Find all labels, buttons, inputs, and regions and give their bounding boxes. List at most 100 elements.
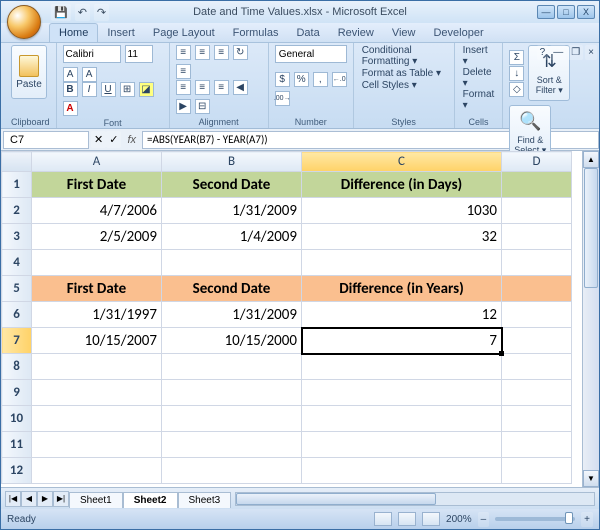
col-header-A[interactable]: A — [32, 152, 162, 172]
cell-D7[interactable] — [502, 328, 572, 354]
zoom-handle[interactable] — [565, 512, 573, 524]
maximize-button[interactable]: □ — [557, 5, 575, 19]
tab-nav-prev-icon[interactable]: ◀ — [21, 491, 37, 507]
row-header-10[interactable]: 10 — [2, 406, 32, 432]
cell-C12[interactable] — [302, 458, 502, 484]
view-normal-button[interactable] — [374, 512, 392, 526]
cell-B4[interactable] — [162, 250, 302, 276]
cell-C11[interactable] — [302, 432, 502, 458]
tab-formulas[interactable]: Formulas — [224, 24, 288, 42]
cell-D12[interactable] — [502, 458, 572, 484]
hscroll-thumb[interactable] — [236, 493, 436, 505]
horizontal-scrollbar[interactable] — [235, 492, 595, 506]
cell-C6[interactable]: 12 — [302, 302, 502, 328]
row-header-11[interactable]: 11 — [2, 432, 32, 458]
wrap-text-button[interactable]: ≡ — [176, 64, 191, 79]
formula-cancel-icon[interactable]: ✕ — [91, 131, 106, 148]
currency-button[interactable]: $ — [275, 72, 290, 87]
increase-indent-button[interactable]: ▶ — [176, 99, 191, 114]
align-right-button[interactable]: ≡ — [214, 80, 229, 95]
col-header-C[interactable]: C — [302, 152, 502, 172]
conditional-formatting-button[interactable]: Conditional Formatting ▾ — [360, 45, 448, 67]
name-box[interactable] — [3, 131, 89, 149]
sheet-tab-sheet1[interactable]: Sheet1 — [69, 492, 123, 508]
font-size-select[interactable] — [125, 45, 153, 63]
tab-nav-last-icon[interactable]: ▶| — [53, 491, 69, 507]
cell-A9[interactable] — [32, 380, 162, 406]
cell-C10[interactable] — [302, 406, 502, 432]
cell-A12[interactable] — [32, 458, 162, 484]
tab-page-layout[interactable]: Page Layout — [144, 24, 224, 42]
cell-A6[interactable]: 1/31/1997 — [32, 302, 162, 328]
zoom-out-button[interactable]: – — [478, 512, 490, 527]
row-header-5[interactable]: 5 — [2, 276, 32, 302]
tab-nav-next-icon[interactable]: ▶ — [37, 491, 53, 507]
underline-button[interactable]: U — [101, 82, 116, 97]
grow-font-button[interactable]: A — [63, 67, 78, 82]
cell-A2[interactable]: 4/7/2006 — [32, 198, 162, 224]
col-header-B[interactable]: B — [162, 152, 302, 172]
cell-C9[interactable] — [302, 380, 502, 406]
cell-C8[interactable] — [302, 354, 502, 380]
row-header-4[interactable]: 4 — [2, 250, 32, 276]
tab-insert[interactable]: Insert — [98, 24, 144, 42]
row-header-12[interactable]: 12 — [2, 458, 32, 484]
cell-B6[interactable]: 1/31/2009 — [162, 302, 302, 328]
view-layout-button[interactable] — [398, 512, 416, 526]
row-header-9[interactable]: 9 — [2, 380, 32, 406]
cell-B5[interactable]: Second Date — [162, 276, 302, 302]
align-left-button[interactable]: ≡ — [176, 80, 191, 95]
cell-A5[interactable]: First Date — [32, 276, 162, 302]
font-name-select[interactable] — [63, 45, 121, 63]
decrease-indent-button[interactable]: ◀ — [233, 80, 248, 95]
cell-B10[interactable] — [162, 406, 302, 432]
cell-A11[interactable] — [32, 432, 162, 458]
formula-enter-icon[interactable]: ✓ — [106, 131, 121, 148]
cell-D8[interactable] — [502, 354, 572, 380]
insert-cells-button[interactable]: Insert ▾ — [461, 45, 497, 67]
minimize-button[interactable]: — — [537, 5, 555, 19]
row-header-7[interactable]: 7 — [2, 328, 32, 354]
sheet-tab-sheet3[interactable]: Sheet3 — [178, 492, 232, 508]
bold-button[interactable]: B — [63, 82, 78, 97]
tab-review[interactable]: Review — [329, 24, 383, 42]
cell-A10[interactable] — [32, 406, 162, 432]
close-button[interactable]: X — [577, 5, 595, 19]
cell-B1[interactable]: Second Date — [162, 172, 302, 198]
cell-A7[interactable]: 10/15/2007 — [32, 328, 162, 354]
cell-C3[interactable]: 32 — [302, 224, 502, 250]
cell-D10[interactable] — [502, 406, 572, 432]
tab-view[interactable]: View — [383, 24, 425, 42]
cell-B12[interactable] — [162, 458, 302, 484]
cell-B8[interactable] — [162, 354, 302, 380]
cell-D6[interactable] — [502, 302, 572, 328]
view-pagebreak-button[interactable] — [422, 512, 440, 526]
decrease-decimal-button[interactable]: .00→ — [275, 91, 290, 106]
cell-D2[interactable] — [502, 198, 572, 224]
row-header-1[interactable]: 1 — [2, 172, 32, 198]
number-format-select[interactable] — [275, 45, 347, 63]
cell-C5[interactable]: Difference (in Years) — [302, 276, 502, 302]
shrink-font-button[interactable]: A — [82, 67, 97, 82]
doc-close-button[interactable]: × — [585, 45, 597, 60]
row-header-6[interactable]: 6 — [2, 302, 32, 328]
comma-button[interactable]: , — [313, 72, 328, 87]
col-header-D[interactable]: D — [502, 152, 572, 172]
font-color-button[interactable]: A — [63, 101, 78, 116]
zoom-in-button[interactable]: + — [581, 512, 593, 527]
cell-A8[interactable] — [32, 354, 162, 380]
fill-color-button[interactable]: ◪ — [139, 82, 154, 97]
border-button[interactable]: ⊞ — [120, 82, 135, 97]
clear-button[interactable]: ◇ — [509, 82, 524, 97]
tab-developer[interactable]: Developer — [424, 24, 492, 42]
cell-C4[interactable] — [302, 250, 502, 276]
format-cells-button[interactable]: Format ▾ — [461, 89, 497, 111]
align-top-button[interactable]: ≡ — [176, 45, 191, 60]
cell-C2[interactable]: 1030 — [302, 198, 502, 224]
grid[interactable]: ABCD1First DateSecond DateDifference (in… — [1, 151, 572, 484]
qat-redo-icon[interactable]: ↷ — [94, 4, 109, 21]
cell-D11[interactable] — [502, 432, 572, 458]
qat-undo-icon[interactable]: ↶ — [75, 4, 90, 21]
doc-restore-button[interactable]: ❐ — [568, 45, 583, 60]
row-header-3[interactable]: 3 — [2, 224, 32, 250]
